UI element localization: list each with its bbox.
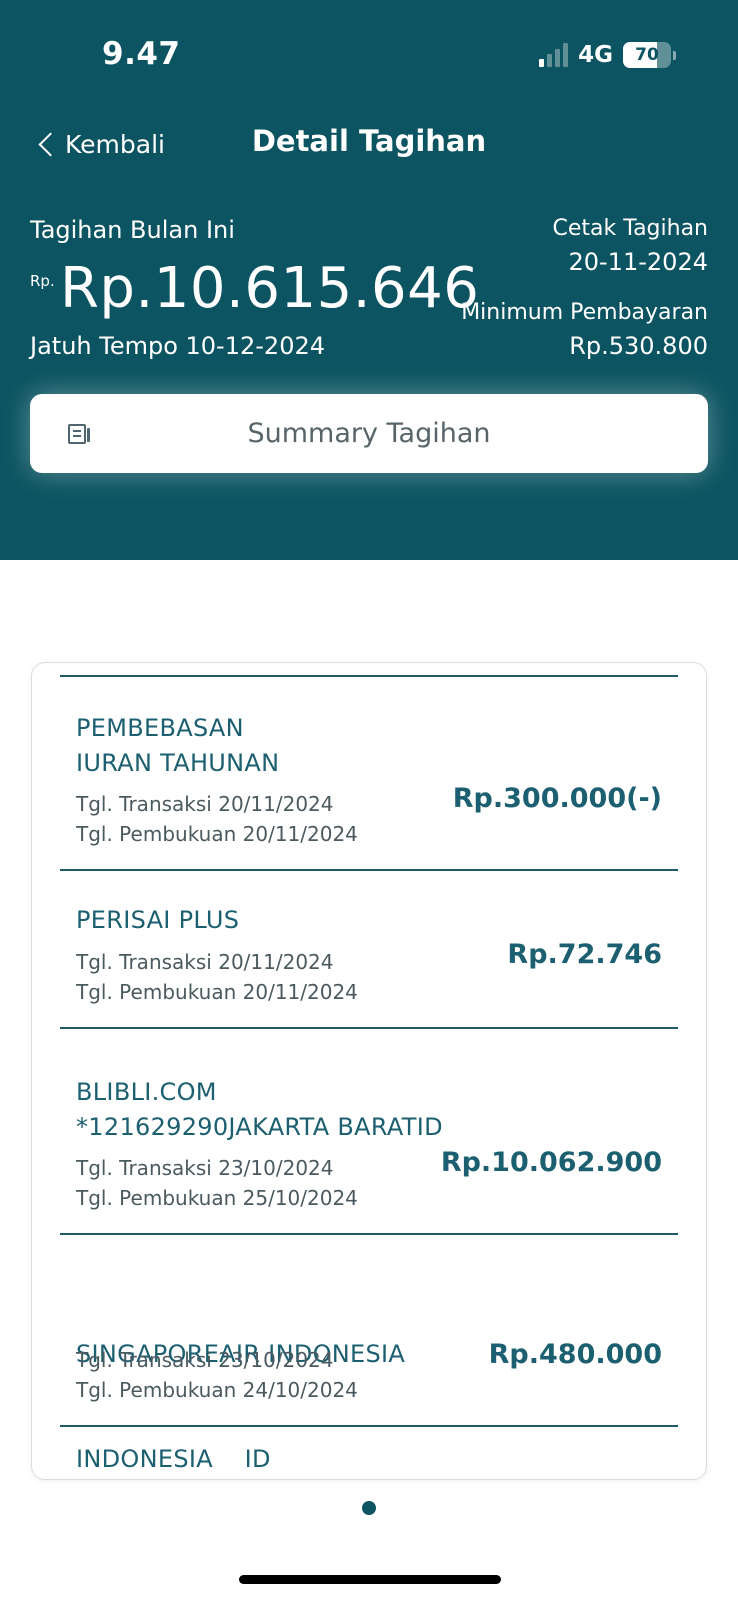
transaction-name-line: IURAN TAHUNAN bbox=[76, 749, 280, 777]
print-label: Cetak Tagihan bbox=[552, 216, 708, 241]
transaction-date-label: Tgl. Transaksi bbox=[76, 1348, 212, 1372]
transaction-name: PEMBEBASAN IURAN TAHUNAN bbox=[76, 711, 476, 781]
minimum-payment-label: Minimum Pembayaran bbox=[461, 300, 708, 325]
transaction-dates: Tgl. Transaksi 20/11/2024 Tgl. Pembukuan… bbox=[76, 789, 358, 849]
summary-button[interactable]: Summary Tagihan bbox=[30, 394, 708, 473]
minimum-payment-value: Rp.530.800 bbox=[569, 332, 708, 360]
booking-date-label: Tgl. Pembukuan bbox=[76, 980, 237, 1004]
transaction-date: 23/10/2024 bbox=[218, 1348, 334, 1372]
battery-tip bbox=[673, 50, 676, 60]
transaction-name-line: PERISAI PLUS bbox=[76, 906, 240, 934]
document-list-icon bbox=[68, 424, 90, 444]
divider bbox=[60, 1027, 678, 1029]
transaction-amount: Rp.10.062.900 bbox=[440, 1147, 662, 1178]
booking-date: 25/10/2024 bbox=[242, 1186, 358, 1210]
booking-date-label: Tgl. Pembukuan bbox=[76, 1378, 237, 1402]
divider bbox=[60, 1233, 678, 1235]
transaction-amount: Rp.480.000 bbox=[488, 1339, 662, 1370]
transaction-list: PEMBEBASAN IURAN TAHUNAN Tgl. Transaksi … bbox=[31, 662, 707, 1480]
bill-label: Tagihan Bulan Ini bbox=[30, 216, 235, 244]
divider bbox=[60, 675, 678, 677]
booking-date-label: Tgl. Pembukuan bbox=[76, 822, 237, 846]
bill-currency-prefix: Rp. bbox=[30, 272, 55, 290]
booking-date-label: Tgl. Pembukuan bbox=[76, 1186, 237, 1210]
page-title: Detail Tagihan bbox=[251, 124, 487, 158]
summary-button-label: Summary Tagihan bbox=[247, 418, 491, 449]
due-date: Jatuh Tempo 10-12-2024 bbox=[30, 332, 325, 360]
transaction-dates: Tgl. Transaksi 20/11/2024 Tgl. Pembukuan… bbox=[76, 947, 358, 1007]
transaction-date-label: Tgl. Transaksi bbox=[76, 792, 212, 816]
home-indicator[interactable] bbox=[239, 1575, 501, 1584]
transaction-date-label: Tgl. Transaksi bbox=[76, 950, 212, 974]
bill-amount: Rp.10.615.646 bbox=[60, 256, 480, 321]
transaction-date-label: Tgl. Transaksi bbox=[76, 1156, 212, 1180]
signal-icon bbox=[539, 43, 569, 67]
transaction-amount: Rp.300.000(-) bbox=[452, 783, 662, 814]
transaction-name-line: INDONESIA ID bbox=[76, 1445, 271, 1473]
battery-level: 70 bbox=[635, 45, 659, 65]
transaction-name-line: *121629290JAKARTA BARATID bbox=[76, 1113, 443, 1141]
booking-date: 24/10/2024 bbox=[242, 1378, 358, 1402]
booking-date: 20/11/2024 bbox=[242, 980, 358, 1004]
transaction-name: PERISAI PLUS bbox=[76, 903, 476, 938]
divider bbox=[60, 1425, 678, 1427]
transaction-name: SINGAPOREAIR INDONESIA INDONESIA ID bbox=[76, 1267, 476, 1547]
divider bbox=[60, 869, 678, 871]
status-time: 9.47 bbox=[102, 36, 181, 72]
transaction-name: BLIBLI.COM *121629290JAKARTA BARATID bbox=[76, 1075, 476, 1145]
transaction-name-line: PEMBEBASAN bbox=[76, 714, 244, 742]
network-type: 4G bbox=[578, 42, 613, 68]
battery-icon: 70 bbox=[623, 42, 671, 68]
transaction-date: 23/10/2024 bbox=[218, 1156, 334, 1180]
print-date: 20-11-2024 bbox=[568, 248, 708, 276]
transaction-amount: Rp.72.746 bbox=[507, 939, 662, 970]
page-indicator-dot[interactable] bbox=[362, 1501, 376, 1515]
transaction-dates: Tgl. Transaksi 23/10/2024 Tgl. Pembukuan… bbox=[76, 1153, 358, 1213]
header: 9.47 4G 70 Kembali Detail Tagihan Tagiha… bbox=[0, 0, 738, 560]
transaction-date: 20/11/2024 bbox=[218, 950, 334, 974]
status-icons: 4G 70 bbox=[539, 40, 676, 70]
booking-date: 20/11/2024 bbox=[242, 822, 358, 846]
transaction-dates: Tgl. Transaksi 23/10/2024 Tgl. Pembukuan… bbox=[76, 1345, 358, 1405]
transaction-date: 20/11/2024 bbox=[218, 792, 334, 816]
transaction-name-line: BLIBLI.COM bbox=[76, 1078, 217, 1106]
